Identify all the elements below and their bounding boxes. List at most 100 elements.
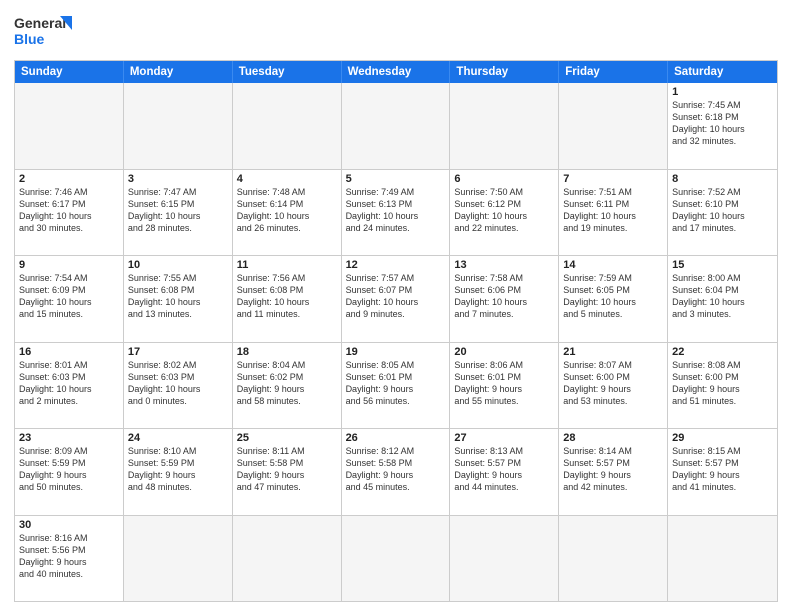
calendar-cell: 26Sunrise: 8:12 AM Sunset: 5:58 PM Dayli… — [342, 429, 451, 515]
calendar-cell: 1Sunrise: 7:45 AM Sunset: 6:18 PM Daylig… — [668, 83, 777, 169]
day-info: Sunrise: 7:49 AM Sunset: 6:13 PM Dayligh… — [346, 186, 446, 235]
day-number: 18 — [237, 346, 337, 358]
day-number: 23 — [19, 432, 119, 444]
calendar-cell: 2Sunrise: 7:46 AM Sunset: 6:17 PM Daylig… — [15, 170, 124, 256]
day-info: Sunrise: 8:04 AM Sunset: 6:02 PM Dayligh… — [237, 359, 337, 408]
svg-text:Blue: Blue — [14, 31, 45, 47]
day-number: 22 — [672, 346, 773, 358]
calendar-cell: 5Sunrise: 7:49 AM Sunset: 6:13 PM Daylig… — [342, 170, 451, 256]
day-number: 4 — [237, 173, 337, 185]
weekday-header: Tuesday — [233, 61, 342, 83]
day-info: Sunrise: 7:59 AM Sunset: 6:05 PM Dayligh… — [563, 272, 663, 321]
day-info: Sunrise: 7:54 AM Sunset: 6:09 PM Dayligh… — [19, 272, 119, 321]
calendar-header: SundayMondayTuesdayWednesdayThursdayFrid… — [15, 61, 777, 83]
day-info: Sunrise: 8:01 AM Sunset: 6:03 PM Dayligh… — [19, 359, 119, 408]
day-number: 7 — [563, 173, 663, 185]
day-info: Sunrise: 8:07 AM Sunset: 6:00 PM Dayligh… — [563, 359, 663, 408]
calendar-cell: 8Sunrise: 7:52 AM Sunset: 6:10 PM Daylig… — [668, 170, 777, 256]
calendar-cell: 6Sunrise: 7:50 AM Sunset: 6:12 PM Daylig… — [450, 170, 559, 256]
calendar-cell — [124, 83, 233, 169]
day-number: 28 — [563, 432, 663, 444]
calendar-cell: 24Sunrise: 8:10 AM Sunset: 5:59 PM Dayli… — [124, 429, 233, 515]
day-info: Sunrise: 8:05 AM Sunset: 6:01 PM Dayligh… — [346, 359, 446, 408]
calendar-cell: 9Sunrise: 7:54 AM Sunset: 6:09 PM Daylig… — [15, 256, 124, 342]
day-info: Sunrise: 8:12 AM Sunset: 5:58 PM Dayligh… — [346, 445, 446, 494]
day-number: 16 — [19, 346, 119, 358]
calendar-cell — [450, 83, 559, 169]
weekday-header: Sunday — [15, 61, 124, 83]
calendar-cell: 15Sunrise: 8:00 AM Sunset: 6:04 PM Dayli… — [668, 256, 777, 342]
day-info: Sunrise: 7:56 AM Sunset: 6:08 PM Dayligh… — [237, 272, 337, 321]
svg-text:General: General — [14, 15, 66, 31]
day-info: Sunrise: 8:15 AM Sunset: 5:57 PM Dayligh… — [672, 445, 773, 494]
day-number: 12 — [346, 259, 446, 271]
day-number: 2 — [19, 173, 119, 185]
day-number: 29 — [672, 432, 773, 444]
day-info: Sunrise: 8:08 AM Sunset: 6:00 PM Dayligh… — [672, 359, 773, 408]
day-info: Sunrise: 8:11 AM Sunset: 5:58 PM Dayligh… — [237, 445, 337, 494]
calendar-row: 23Sunrise: 8:09 AM Sunset: 5:59 PM Dayli… — [15, 428, 777, 515]
day-number: 15 — [672, 259, 773, 271]
calendar-cell — [450, 516, 559, 602]
day-info: Sunrise: 7:50 AM Sunset: 6:12 PM Dayligh… — [454, 186, 554, 235]
calendar-cell: 17Sunrise: 8:02 AM Sunset: 6:03 PM Dayli… — [124, 343, 233, 429]
day-info: Sunrise: 7:57 AM Sunset: 6:07 PM Dayligh… — [346, 272, 446, 321]
calendar-cell: 20Sunrise: 8:06 AM Sunset: 6:01 PM Dayli… — [450, 343, 559, 429]
calendar-cell: 30Sunrise: 8:16 AM Sunset: 5:56 PM Dayli… — [15, 516, 124, 602]
day-info: Sunrise: 7:48 AM Sunset: 6:14 PM Dayligh… — [237, 186, 337, 235]
calendar-cell: 19Sunrise: 8:05 AM Sunset: 6:01 PM Dayli… — [342, 343, 451, 429]
calendar-cell: 18Sunrise: 8:04 AM Sunset: 6:02 PM Dayli… — [233, 343, 342, 429]
calendar-cell — [233, 516, 342, 602]
day-number: 30 — [19, 519, 119, 531]
calendar-cell: 23Sunrise: 8:09 AM Sunset: 5:59 PM Dayli… — [15, 429, 124, 515]
day-number: 20 — [454, 346, 554, 358]
day-info: Sunrise: 8:09 AM Sunset: 5:59 PM Dayligh… — [19, 445, 119, 494]
calendar-cell: 29Sunrise: 8:15 AM Sunset: 5:57 PM Dayli… — [668, 429, 777, 515]
day-number: 11 — [237, 259, 337, 271]
day-number: 27 — [454, 432, 554, 444]
calendar-cell: 25Sunrise: 8:11 AM Sunset: 5:58 PM Dayli… — [233, 429, 342, 515]
calendar-cell — [342, 83, 451, 169]
day-info: Sunrise: 7:46 AM Sunset: 6:17 PM Dayligh… — [19, 186, 119, 235]
day-number: 6 — [454, 173, 554, 185]
day-number: 5 — [346, 173, 446, 185]
calendar-body: 1Sunrise: 7:45 AM Sunset: 6:18 PM Daylig… — [15, 83, 777, 601]
day-info: Sunrise: 7:45 AM Sunset: 6:18 PM Dayligh… — [672, 99, 773, 148]
calendar-cell: 16Sunrise: 8:01 AM Sunset: 6:03 PM Dayli… — [15, 343, 124, 429]
calendar-row: 2Sunrise: 7:46 AM Sunset: 6:17 PM Daylig… — [15, 169, 777, 256]
day-info: Sunrise: 8:06 AM Sunset: 6:01 PM Dayligh… — [454, 359, 554, 408]
calendar-cell — [668, 516, 777, 602]
calendar-cell — [15, 83, 124, 169]
calendar-cell: 11Sunrise: 7:56 AM Sunset: 6:08 PM Dayli… — [233, 256, 342, 342]
logo-icon: GeneralBlue — [14, 12, 74, 52]
day-number: 14 — [563, 259, 663, 271]
day-info: Sunrise: 8:16 AM Sunset: 5:56 PM Dayligh… — [19, 532, 119, 581]
day-info: Sunrise: 8:02 AM Sunset: 6:03 PM Dayligh… — [128, 359, 228, 408]
day-info: Sunrise: 7:55 AM Sunset: 6:08 PM Dayligh… — [128, 272, 228, 321]
calendar-cell: 4Sunrise: 7:48 AM Sunset: 6:14 PM Daylig… — [233, 170, 342, 256]
day-number: 8 — [672, 173, 773, 185]
day-number: 13 — [454, 259, 554, 271]
day-info: Sunrise: 7:47 AM Sunset: 6:15 PM Dayligh… — [128, 186, 228, 235]
day-number: 19 — [346, 346, 446, 358]
calendar-cell: 14Sunrise: 7:59 AM Sunset: 6:05 PM Dayli… — [559, 256, 668, 342]
day-number: 9 — [19, 259, 119, 271]
calendar-cell — [559, 516, 668, 602]
calendar-cell: 3Sunrise: 7:47 AM Sunset: 6:15 PM Daylig… — [124, 170, 233, 256]
day-number: 24 — [128, 432, 228, 444]
day-info: Sunrise: 8:14 AM Sunset: 5:57 PM Dayligh… — [563, 445, 663, 494]
calendar-row: 1Sunrise: 7:45 AM Sunset: 6:18 PM Daylig… — [15, 83, 777, 169]
weekday-header: Monday — [124, 61, 233, 83]
logo: GeneralBlue — [14, 12, 74, 52]
calendar-cell — [559, 83, 668, 169]
weekday-header: Thursday — [450, 61, 559, 83]
calendar-cell: 22Sunrise: 8:08 AM Sunset: 6:00 PM Dayli… — [668, 343, 777, 429]
calendar-row: 16Sunrise: 8:01 AM Sunset: 6:03 PM Dayli… — [15, 342, 777, 429]
day-info: Sunrise: 8:00 AM Sunset: 6:04 PM Dayligh… — [672, 272, 773, 321]
calendar: SundayMondayTuesdayWednesdayThursdayFrid… — [14, 60, 778, 602]
weekday-header: Friday — [559, 61, 668, 83]
page: GeneralBlue SundayMondayTuesdayWednesday… — [0, 0, 792, 612]
calendar-cell — [233, 83, 342, 169]
day-number: 26 — [346, 432, 446, 444]
calendar-row: 30Sunrise: 8:16 AM Sunset: 5:56 PM Dayli… — [15, 515, 777, 602]
